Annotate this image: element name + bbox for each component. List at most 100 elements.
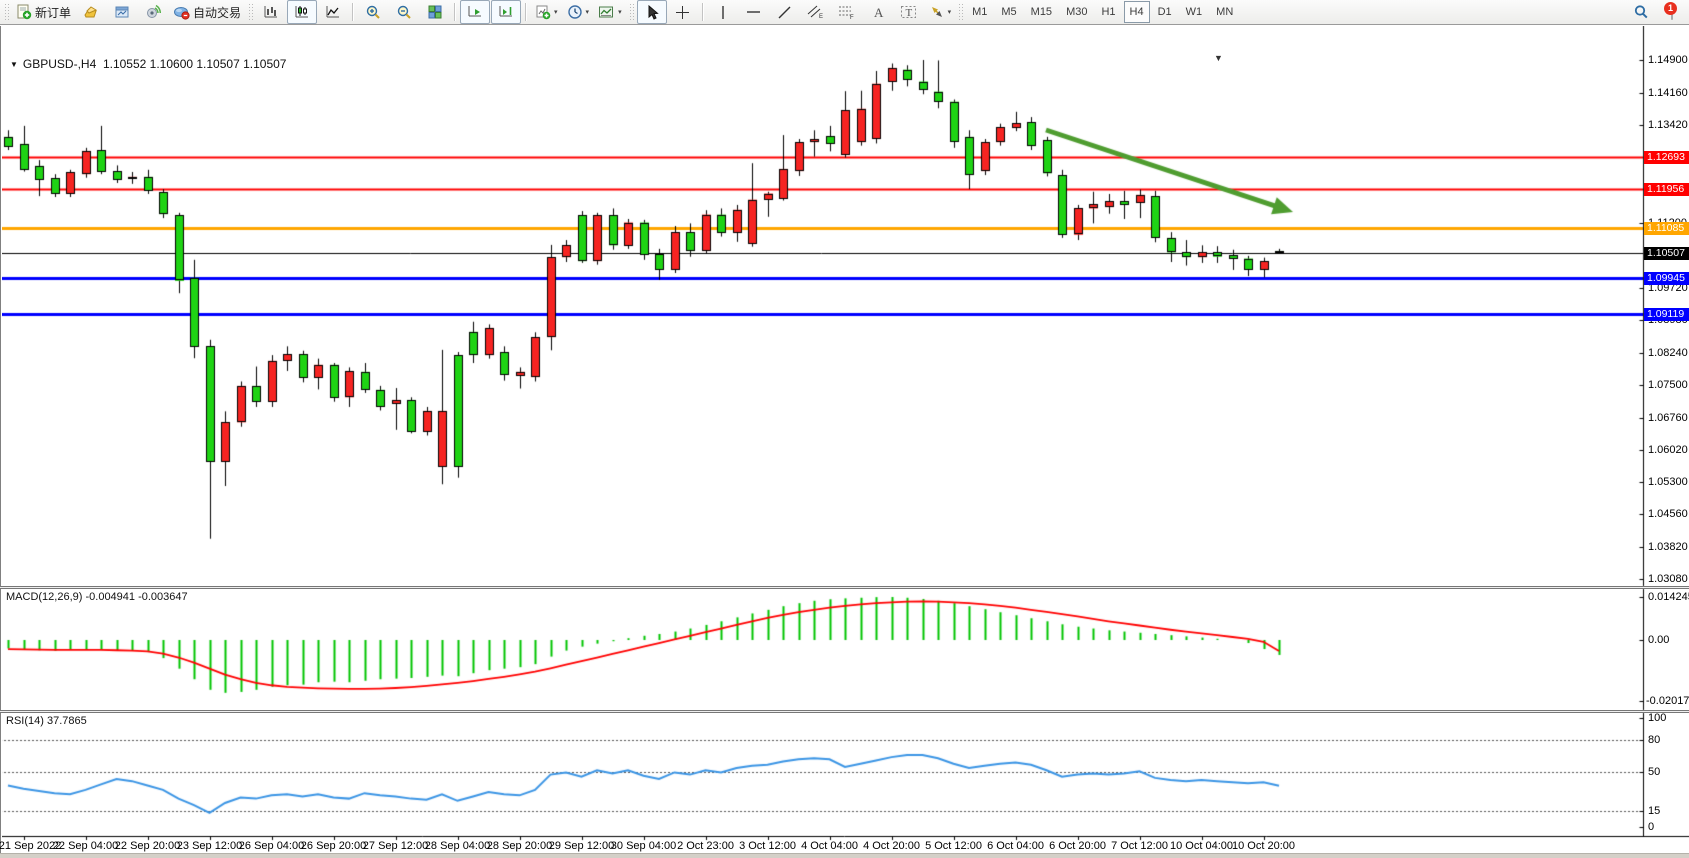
price-axis-label: 1.03080 [1648,573,1688,585]
timeframe-button-M15[interactable]: M15 [1025,1,1058,23]
macd-axis-label: 0.00 [1648,634,1669,646]
arrows-button[interactable]: ▾ [925,0,956,24]
toolbar-grip[interactable] [4,3,9,21]
arrows-icon [929,4,945,20]
line-chart-icon [325,4,341,20]
search-button[interactable] [1626,0,1656,24]
new-order-label: 新订单 [35,4,71,21]
toolbar-separator [525,3,527,21]
rsi-axis-label: 0 [1648,821,1654,833]
crosshair-button[interactable] [668,0,698,24]
bar-chart-button[interactable] [256,0,286,24]
bar-chart-icon [263,4,279,20]
dropdown-arrow-icon: ▾ [618,8,622,16]
period-clock-button[interactable]: ▾ [563,0,594,24]
time-axis-label: 22 Sep 04:00 [53,840,118,852]
auto-scroll-icon [467,4,483,20]
zoom-out-button[interactable] [389,0,419,24]
candlestick-chart-button[interactable] [287,0,317,24]
signal-button[interactable] [138,0,168,24]
toolbar-grip[interactable] [248,3,253,21]
text-button[interactable]: A [863,0,893,24]
text-label-button[interactable]: T [894,0,924,24]
chart-window-button[interactable] [107,0,137,24]
toolbar-grip[interactable] [958,3,963,21]
horizontal-line-button[interactable] [739,0,769,24]
new-order-button[interactable]: 新订单 [12,0,75,24]
time-axis-label: 27 Sep 12:00 [363,840,428,852]
svg-text:F: F [850,15,854,20]
new-order-icon [16,4,32,20]
timeframe-button-M30[interactable]: M30 [1060,1,1093,23]
timeframe-button-H4[interactable]: H4 [1124,1,1150,23]
new-chart-button[interactable]: ▾ [531,0,562,24]
time-axis-label: 29 Sep 12:00 [549,840,614,852]
zoom-in-button[interactable] [358,0,388,24]
time-axis-label: 28 Sep 20:00 [487,840,552,852]
dropdown-arrow-icon: ▾ [554,8,558,16]
auto-trading-label: 自动交易 [193,4,241,21]
crosshair-icon [675,5,690,20]
symbol-dropdown-icon[interactable]: ▼ [10,60,18,69]
timeframe-button-W1[interactable]: W1 [1180,1,1209,23]
price-level-box: 1.12693 [1644,151,1689,164]
time-axis-label: 3 Oct 12:00 [739,840,796,852]
rsi-axis-label: 80 [1648,734,1660,746]
time-axis-label: 6 Oct 04:00 [987,840,1044,852]
timeframe-button-D1[interactable]: D1 [1152,1,1178,23]
notification-count-badge: 1 [1664,2,1677,15]
vertical-line-button[interactable] [708,0,738,24]
trendline-button[interactable] [770,0,800,24]
price-level-box: 1.10507 [1644,247,1689,260]
dropdown-arrow-icon: ▾ [586,8,590,16]
line-chart-button[interactable] [318,0,348,24]
text-label-icon: T [900,4,917,20]
macd-axis-label: -0.020171 [1646,695,1689,707]
cursor-button[interactable] [637,0,667,24]
status-strip [0,853,1689,858]
horizontal-line-icon [746,6,761,18]
price-level-box: 1.09119 [1644,308,1689,321]
price-axis-label: 1.08240 [1648,347,1688,359]
time-axis-label: 10 Oct 20:00 [1232,840,1295,852]
equidistant-channel-button[interactable]: E [801,0,831,24]
period-clock-icon [567,4,583,20]
notification-button[interactable]: 1 [1657,0,1687,24]
panel-splitter[interactable] [0,710,1689,713]
price-axis-label: 1.14160 [1648,87,1688,99]
timeframe-button-H1[interactable]: H1 [1095,1,1121,23]
time-axis-label: 6 Oct 20:00 [1049,840,1106,852]
toolbar-separator [352,3,354,21]
tile-windows-button[interactable] [420,0,450,24]
fibonacci-button[interactable]: F [832,0,862,24]
toolbar-grip[interactable] [629,3,634,21]
chart-shift-marker-icon[interactable]: ▼ [1214,53,1223,63]
timeframe-button-MN[interactable]: MN [1210,1,1239,23]
zoom-out-icon [396,4,412,20]
chart-template-button[interactable]: ▾ [594,0,626,24]
time-axis-label: 26 Sep 04:00 [239,840,304,852]
chart-shift-button[interactable] [491,0,521,24]
macd-indicator-label: MACD(12,26,9) -0.004941 -0.003647 [6,591,188,603]
auto-trading-button[interactable]: 自动交易 [169,0,245,24]
panel-splitter[interactable] [0,586,1689,589]
timeframe-button-M5[interactable]: M5 [995,1,1022,23]
time-axis-label: 7 Oct 12:00 [1111,840,1168,852]
rsi-indicator-label: RSI(14) 37.7865 [6,715,87,727]
price-axis-label: 1.13420 [1648,119,1688,131]
search-icon [1633,4,1649,20]
price-axis-label: 1.04560 [1648,508,1688,520]
chart-title-ohlc: 1.10552 1.10600 1.10507 1.10507 [103,57,287,71]
new-chart-icon [535,4,551,20]
rsi-axis-label: 50 [1648,766,1660,778]
time-axis-label: 10 Oct 04:00 [1170,840,1233,852]
time-axis-label: 22 Sep 20:00 [115,840,180,852]
price-level-box: 1.11085 [1644,222,1689,235]
market-watch-button[interactable] [76,0,106,24]
dropdown-arrow-icon: ▾ [948,8,952,16]
auto-scroll-button[interactable] [460,0,490,24]
time-axis-label: 5 Oct 12:00 [925,840,982,852]
price-chart-canvas[interactable] [0,26,1689,858]
price-axis-label: 1.06020 [1648,444,1688,456]
timeframe-button-M1[interactable]: M1 [966,1,993,23]
